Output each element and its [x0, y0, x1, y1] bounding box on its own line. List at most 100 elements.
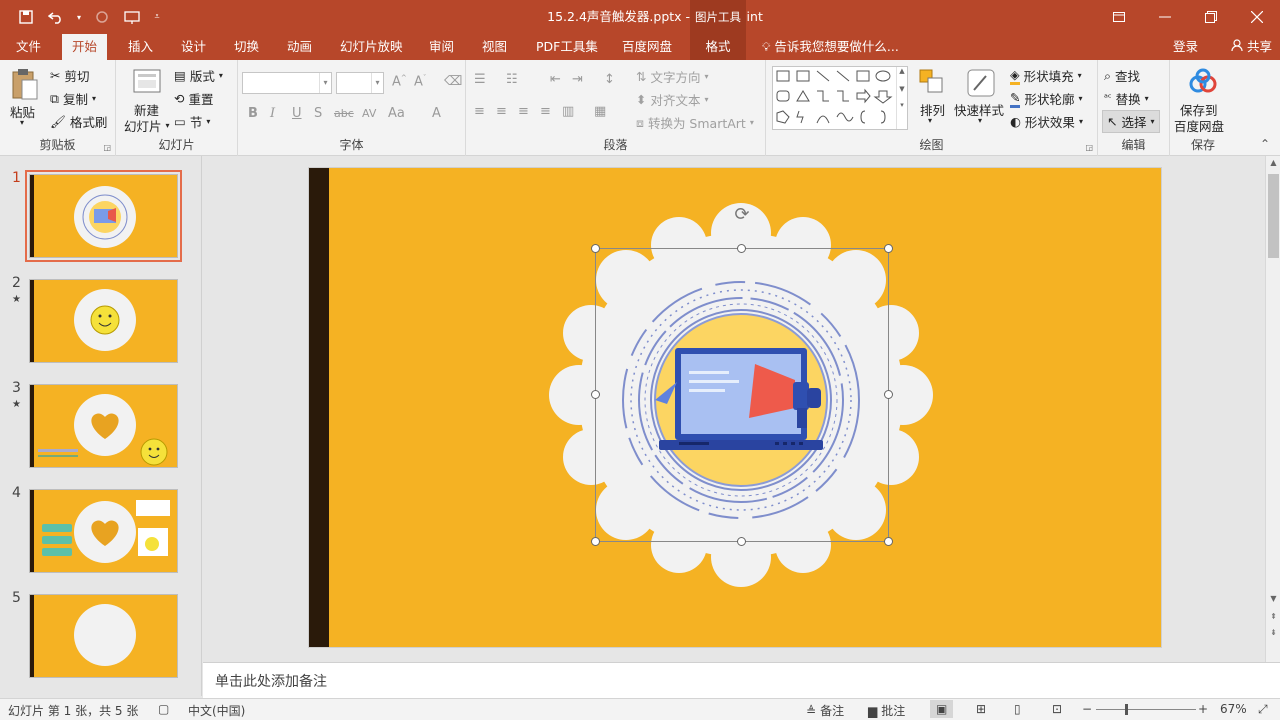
language-indicator[interactable]: 中文(中国): [188, 702, 245, 719]
shape-fill-button[interactable]: ◈ 形状填充 ▾: [1010, 66, 1082, 85]
spell-check-icon[interactable]: ▢: [158, 702, 169, 716]
tab-format[interactable]: 格式: [690, 34, 746, 60]
tab-view[interactable]: 视图: [472, 34, 517, 60]
shape-outline-button[interactable]: ✎ 形状轮廓 ▾: [1010, 89, 1083, 108]
decrease-indent-icon[interactable]: ⇤: [550, 72, 561, 87]
collapse-ribbon-icon[interactable]: ⌃: [1260, 137, 1270, 151]
reading-view-icon[interactable]: ▯: [1014, 702, 1021, 716]
slide-thumbnail-1[interactable]: [25, 170, 182, 262]
font-size-combo[interactable]: ▾: [336, 72, 384, 94]
tell-me-box[interactable]: 💡︎ 告诉我您想要做什么...: [762, 34, 899, 60]
reset-button[interactable]: ⟲ 重置: [174, 89, 214, 108]
clear-formatting-icon[interactable]: ⌫: [444, 74, 462, 89]
align-center-icon[interactable]: ≡: [496, 104, 507, 119]
font-color-button[interactable]: A: [432, 106, 441, 121]
slide-sorter-icon[interactable]: ⊞: [976, 702, 986, 716]
convert-smartart-button[interactable]: ⧈ 转换为 SmartArt ▾: [636, 113, 754, 132]
tab-insert[interactable]: 插入: [118, 34, 163, 60]
zoom-slider-thumb[interactable]: [1125, 704, 1128, 715]
shrink-font-icon[interactable]: Aˇ: [414, 74, 426, 89]
comments-toggle-button[interactable]: ▆ 批注: [868, 702, 905, 719]
resize-handle[interactable]: [591, 537, 600, 546]
next-slide-icon[interactable]: ⇟: [1266, 628, 1280, 637]
distributed-icon[interactable]: ▥: [562, 104, 574, 119]
slide-thumbnail-2[interactable]: [29, 279, 178, 363]
justify-icon[interactable]: ≡: [540, 104, 551, 119]
resize-handle[interactable]: [591, 390, 600, 399]
resize-handle[interactable]: [737, 244, 746, 253]
resize-handle[interactable]: [737, 537, 746, 546]
tab-home[interactable]: 开始: [62, 34, 108, 60]
section-button[interactable]: ▭ 节 ▾: [174, 112, 210, 131]
previous-slide-icon[interactable]: ⇞: [1266, 612, 1280, 621]
tab-design[interactable]: 设计: [171, 34, 216, 60]
find-button[interactable]: ⌕ 查找: [1104, 66, 1140, 85]
slide-thumbnail-5[interactable]: [29, 594, 178, 678]
font-name-combo[interactable]: ▾: [242, 72, 332, 94]
layout-button[interactable]: ▤ 版式 ▾: [174, 66, 223, 85]
quick-styles-button[interactable]: 快速样式 ▾: [954, 66, 1008, 132]
shape-effects-button[interactable]: ◐ 形状效果 ▾: [1010, 112, 1083, 131]
bold-button[interactable]: B: [248, 106, 258, 121]
increase-indent-icon[interactable]: ⇥: [572, 72, 583, 87]
chevron-down-icon[interactable]: ▾: [319, 73, 331, 93]
columns-icon[interactable]: ▦: [594, 104, 606, 119]
resize-handle[interactable]: [884, 537, 893, 546]
grow-font-icon[interactable]: A^: [392, 74, 407, 89]
tab-animations[interactable]: 动画: [277, 34, 322, 60]
bullets-icon[interactable]: ☰: [474, 72, 486, 87]
align-text-button[interactable]: ⬍ 对齐文本 ▾: [636, 90, 709, 109]
tab-review[interactable]: 审阅: [419, 34, 464, 60]
slide-thumbnail-3[interactable]: [29, 384, 178, 468]
align-right-icon[interactable]: ≡: [518, 104, 529, 119]
tab-slideshow[interactable]: 幻灯片放映: [330, 34, 413, 60]
scrollbar-thumb[interactable]: [1268, 174, 1279, 258]
current-slide[interactable]: ⟳: [308, 167, 1162, 648]
sign-in-link[interactable]: 登录: [1173, 34, 1198, 60]
new-slide-button[interactable]: 新建 幻灯片 ▾: [120, 66, 172, 134]
tab-baidu-netdisk[interactable]: 百度网盘: [612, 34, 682, 60]
italic-button[interactable]: I: [270, 106, 275, 121]
tab-transitions[interactable]: 切换: [224, 34, 269, 60]
more-icon[interactable]: ▾: [897, 101, 907, 109]
text-direction-button[interactable]: ⇅ 文字方向 ▾: [636, 67, 709, 86]
format-painter-button[interactable]: 🖌︎ 格式刷: [50, 112, 107, 131]
chevron-down-icon[interactable]: ▼: [1266, 594, 1280, 603]
ribbon-display-options-icon[interactable]: [1096, 0, 1142, 34]
replace-button[interactable]: ᵃᶜ 替换 ▾: [1104, 89, 1149, 108]
vertical-scrollbar[interactable]: ▲ ▼ ⇞ ⇟: [1265, 156, 1280, 662]
maximize-icon[interactable]: [1188, 0, 1234, 34]
chevron-up-icon[interactable]: ▲: [897, 67, 907, 75]
line-spacing-icon[interactable]: ↕: [604, 72, 615, 87]
resize-handle[interactable]: [884, 390, 893, 399]
chevron-up-icon[interactable]: ▲: [1266, 158, 1280, 167]
minimize-icon[interactable]: [1142, 0, 1188, 34]
character-spacing-button[interactable]: AV: [362, 107, 376, 120]
rotate-handle-icon[interactable]: ⟳: [732, 205, 752, 225]
zoom-level[interactable]: 67%: [1220, 702, 1247, 716]
save-to-netdisk-button[interactable]: 保存到 百度网盘: [1174, 66, 1234, 134]
resize-handle[interactable]: [591, 244, 600, 253]
select-button[interactable]: ↖ 选择 ▾: [1102, 110, 1160, 133]
resize-handle[interactable]: [884, 244, 893, 253]
arrange-button[interactable]: 排列 ▾: [914, 66, 950, 132]
fit-to-window-icon[interactable]: ⤢: [1258, 702, 1268, 717]
numbering-icon[interactable]: ☷: [506, 72, 518, 87]
chevron-down-icon[interactable]: ▼: [897, 85, 907, 93]
shapes-gallery[interactable]: ▲ ▼ ▾: [772, 66, 908, 130]
zoom-slider[interactable]: [1096, 704, 1196, 715]
slide-thumbnail-4[interactable]: [29, 489, 178, 573]
normal-view-icon[interactable]: ▣: [930, 700, 954, 718]
close-icon[interactable]: [1234, 0, 1280, 34]
slideshow-view-icon[interactable]: ⊡: [1052, 702, 1062, 716]
tab-pdf-tools[interactable]: PDF工具集: [526, 34, 608, 60]
paste-button[interactable]: 粘贴 ▾: [6, 66, 42, 130]
chevron-down-icon[interactable]: ▾: [371, 73, 383, 93]
dialog-launcher-icon[interactable]: ◲: [1085, 143, 1093, 152]
notes-pane[interactable]: 单击此处添加备注: [203, 662, 1280, 698]
change-case-button[interactable]: Aa: [388, 106, 405, 121]
shapes-gallery-scroll[interactable]: ▲ ▼ ▾: [896, 67, 907, 129]
underline-button[interactable]: U: [292, 106, 302, 121]
slide-thumbnails-pane[interactable]: 1 2 ★ 3 ★ 4 5: [0, 156, 202, 696]
slide-editing-area[interactable]: ⟳: [203, 156, 1265, 662]
